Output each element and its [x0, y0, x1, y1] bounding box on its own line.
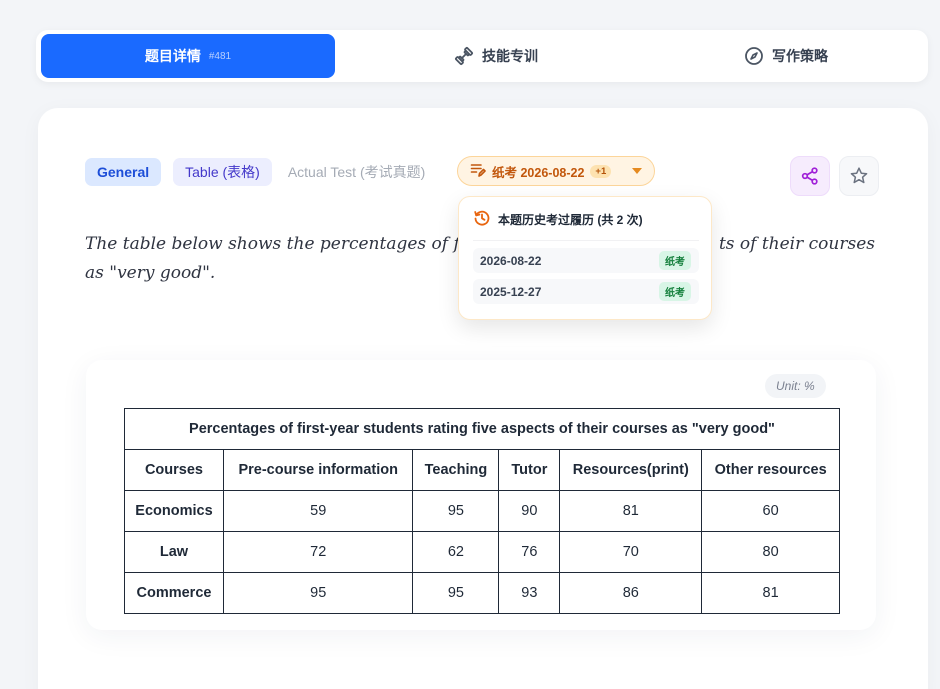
exam-history-dropdown[interactable]: 纸考 2026-08-22 +1 [457, 156, 655, 186]
exam-type-badge: 纸考 [659, 282, 691, 301]
tab-skill-training[interactable]: 技能专训 [366, 34, 626, 78]
list-edit-icon [470, 162, 486, 181]
tab-label: 题目详情 [144, 48, 201, 64]
exam-history-popup: 本题历史考过履历 (共 2 次) 2026-08-22 纸考 2025-12-2… [458, 196, 712, 320]
tag-table[interactable]: Table (表格) [173, 158, 272, 186]
popup-title: 本题历史考过履历 (共 2 次) [498, 213, 643, 227]
share-button[interactable] [790, 156, 830, 196]
dumbbell-icon [454, 46, 474, 66]
table-title: Percentages of first-year students ratin… [124, 408, 840, 450]
column-header: Pre-course information [222, 449, 414, 491]
table-caption-row: Percentages of first-year students ratin… [124, 408, 840, 450]
history-date: 2025-12-27 [480, 284, 542, 299]
extra-count-badge: +1 [590, 164, 612, 178]
popup-header: 本题历史考过履历 (共 2 次) [473, 209, 699, 241]
favorite-button[interactable] [839, 156, 879, 196]
column-header: Other resources [701, 449, 840, 491]
row-header: Law [124, 531, 224, 573]
table-cell: 95 [222, 572, 414, 614]
table-cell: 95 [412, 572, 500, 614]
table-cell: 80 [701, 531, 840, 573]
column-header: Courses [124, 449, 224, 491]
table-cell: 93 [498, 572, 561, 614]
question-card: General Table (表格) Actual Test (考试真题) 纸考… [38, 108, 928, 689]
column-header: Teaching [412, 449, 500, 491]
prompt-line1-left: The table below shows the percentages of… [85, 234, 495, 254]
share-icon [801, 167, 818, 185]
table-cell: 72 [222, 531, 414, 573]
top-tab-bar: 题目详情 #481 技能专训 写作策略 [36, 30, 928, 82]
table-header-row: Courses Pre-course information Teaching … [124, 449, 840, 491]
table-cell: 76 [498, 531, 561, 573]
history-date: 2026-08-22 [480, 253, 542, 268]
prompt-line1-right: ts of their courses [718, 234, 875, 254]
tag-actual-test: Actual Test (考试真题) [287, 164, 426, 180]
table-cell: 90 [498, 490, 561, 532]
history-item[interactable]: 2025-12-27 纸考 [473, 279, 699, 304]
table-cell: 62 [412, 531, 500, 573]
table-cell: 81 [701, 572, 840, 614]
column-header: Tutor [498, 449, 561, 491]
star-icon [850, 167, 868, 184]
caret-down-icon [632, 168, 642, 174]
history-item[interactable]: 2026-08-22 纸考 [473, 248, 699, 273]
table-row: Economics 59 95 90 81 60 [124, 490, 840, 532]
table-cell: 60 [701, 490, 840, 532]
row-header: Economics [124, 490, 224, 532]
exam-date-label: 纸考 2026-08-22 [492, 165, 585, 180]
table-cell: 86 [559, 572, 703, 614]
question-number: #481 [208, 50, 232, 62]
tab-writing-strategy[interactable]: 写作策略 [656, 34, 916, 78]
column-header: Resources(print) [559, 449, 703, 491]
compass-icon [744, 46, 764, 66]
tab-label: 技能专训 [482, 48, 538, 64]
exam-type-badge: 纸考 [659, 251, 691, 270]
table-cell: 59 [222, 490, 414, 532]
row-header: Commerce [124, 572, 224, 614]
table-row: Commerce 95 95 93 86 81 [124, 572, 840, 614]
table-cell: 95 [412, 490, 500, 532]
table-cell: 70 [559, 531, 703, 573]
unit-badge: Unit: % [765, 374, 826, 398]
tag-general[interactable]: General [85, 158, 162, 186]
table-cell: 81 [559, 490, 703, 532]
table-row: Law 72 62 76 70 80 [124, 531, 840, 573]
tab-question-detail[interactable]: 题目详情 #481 [41, 34, 335, 78]
history-icon [473, 209, 491, 230]
tab-label: 写作策略 [772, 48, 828, 64]
data-table: Percentages of first-year students ratin… [124, 408, 840, 614]
tag-row: General Table (表格) Actual Test (考试真题) [85, 158, 429, 186]
